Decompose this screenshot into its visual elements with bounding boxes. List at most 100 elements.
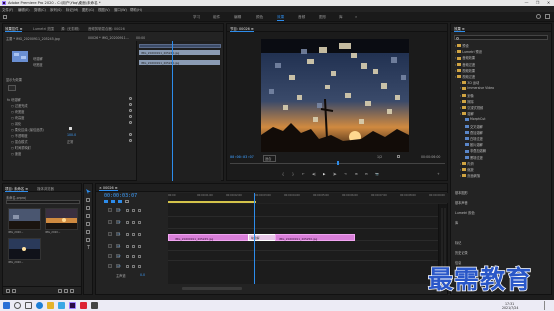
sync-icon[interactable] [132,264,135,268]
project-item-thumbnail[interactable] [8,238,41,260]
track-name[interactable]: A2 [116,254,121,258]
reset-icon[interactable] [129,109,132,112]
razor-tool-icon[interactable] [86,214,90,218]
new-bin-icon[interactable] [58,289,62,293]
track-name[interactable]: V1 [116,232,121,236]
section-essential-graphics[interactable]: 基本图形 [455,190,468,195]
reset-icon[interactable] [129,139,132,142]
sync-icon[interactable] [132,220,135,224]
eye-icon[interactable] [138,220,141,224]
track-name[interactable]: V3 [116,208,121,212]
source-patch-toggle[interactable] [108,220,112,224]
sync-icon[interactable] [132,254,135,258]
lock-icon[interactable] [126,232,129,236]
effects-folder[interactable]: › 视频过渡 [455,74,475,79]
home-icon[interactable] [3,15,7,19]
eye-icon[interactable] [138,208,141,212]
effects-item[interactable]: 白场过渡 [465,136,483,141]
play-button[interactable]: ▶ [323,172,325,176]
button-editor-plus[interactable]: + [437,172,440,176]
reset-icon[interactable] [129,103,132,106]
tab-program-monitor[interactable]: 节目: 00026 ≡ [230,26,254,32]
lock-icon[interactable] [126,220,129,224]
source-patch-toggle[interactable] [108,254,112,258]
list-view-icon[interactable] [6,289,10,293]
task-view-icon[interactable] [25,302,32,309]
tab-media-browser[interactable]: 媒体浏览器 [37,186,54,191]
section-history[interactable]: 历史记录 [455,250,468,255]
mark-in-button[interactable]: { [282,172,284,176]
project-search-input[interactable] [6,200,80,204]
app-icon[interactable] [91,302,98,309]
tab-effects[interactable]: 效果 ≡ [454,26,465,32]
extract-button[interactable]: ⊟ [365,172,368,176]
source-patch-toggle[interactable] [108,244,112,248]
effects-item[interactable]: 交叉溶解 [465,124,483,129]
clip-b-bar[interactable]: IMG_20200911_205245.jpg [139,60,220,65]
track-area[interactable]: IMG_20200911_205245.jpg 块溶解 IMG_20200911… [168,193,438,284]
project-item-thumbnail[interactable] [45,208,78,230]
sync-icon[interactable] [132,208,135,212]
ripple-edit-tool-icon[interactable] [86,206,90,210]
selection-tool-icon[interactable] [86,189,91,194]
monitor-playhead[interactable] [337,161,339,165]
effects-item[interactable]: 胶片溶解 [465,142,483,147]
sync-icon[interactable] [132,232,135,236]
workspace-audio[interactable]: 音频 [298,15,305,20]
zoom-fit-dropdown[interactable]: 适合 [263,155,277,162]
effects-folder[interactable]: › 3D 运动 [460,80,479,85]
notifications-icon[interactable] [544,301,552,310]
premiere-taskbar-icon[interactable] [69,302,76,309]
app-icon[interactable] [80,302,87,309]
tab-project[interactable]: 项目: 未命名 ≡ [5,186,29,192]
timeline-zoom-scroll[interactable] [182,287,242,290]
clip-v1-b[interactable]: IMG_20200911_205250.jpg [275,234,355,241]
step-forward-button[interactable]: |▶ [333,172,337,176]
source-patch-toggle[interactable] [108,264,112,268]
fx-block-dissolve-heading[interactable]: fx 块溶解 [7,97,21,102]
mark-out-button[interactable]: } [292,172,294,176]
sync-icon[interactable] [132,244,135,248]
track-name[interactable]: A1 [116,244,121,248]
lock-icon[interactable] [126,254,129,258]
effects-folder[interactable]: › 页面剥落 [460,173,480,178]
mute-icon[interactable] [138,254,141,258]
start-icon[interactable] [3,302,10,309]
clip-a-bar[interactable]: IMG_20200911_205245.jpg [139,50,220,55]
transition-block-dissolve[interactable]: 块溶解 [248,234,276,241]
workspace-more[interactable]: » [355,15,357,19]
reset-icon[interactable] [129,115,132,118]
track-name[interactable]: V2 [116,220,121,224]
opacity-value[interactable]: 100.0 [67,133,76,137]
section-libraries[interactable]: 库 [455,220,458,225]
mini-timeline-range[interactable] [139,44,221,48]
lock-icon[interactable] [126,208,129,212]
effects-item[interactable]: 叠加溶解 [465,130,483,135]
search-icon[interactable] [536,14,541,19]
app-icon[interactable] [58,302,65,309]
reset-icon[interactable] [129,97,132,100]
workspace-effects[interactable]: 效果 [277,15,285,21]
pen-tool-icon[interactable] [86,230,90,234]
section-essential-sound[interactable]: 基本声音 [455,200,468,205]
effects-folder[interactable]: › 划像 [460,93,474,98]
master-volume-value[interactable]: 0.0 [140,273,145,277]
effects-folder[interactable]: › 音频过渡 [455,62,475,67]
workspace-color[interactable]: 颜色 [256,15,263,20]
icon-view-icon[interactable] [12,289,16,293]
effects-folder[interactable]: › 擦除 [460,99,474,104]
mini-timeline[interactable]: IMG_20200911_205245.jpg IMG_20200911_205… [136,41,221,181]
step-back-button[interactable]: ◀| [312,172,316,176]
mute-icon[interactable] [138,264,141,268]
effects-folder[interactable]: › 沉浸式视频 [460,105,483,110]
reset-icon[interactable] [129,121,132,124]
mute-icon[interactable] [138,244,141,248]
effects-item[interactable]: 黑场过渡 [465,155,483,160]
lock-icon[interactable] [126,244,129,248]
resolution-dropdown[interactable]: 1/2 [377,155,382,159]
workspace-learn[interactable]: 学习 [193,15,200,20]
effects-folder[interactable]: › 内滑 [460,161,474,166]
effects-folder[interactable]: › Lumetri 预设 [455,49,482,54]
type-tool-icon[interactable]: T [87,245,90,251]
track-name[interactable]: A3 [116,264,121,268]
